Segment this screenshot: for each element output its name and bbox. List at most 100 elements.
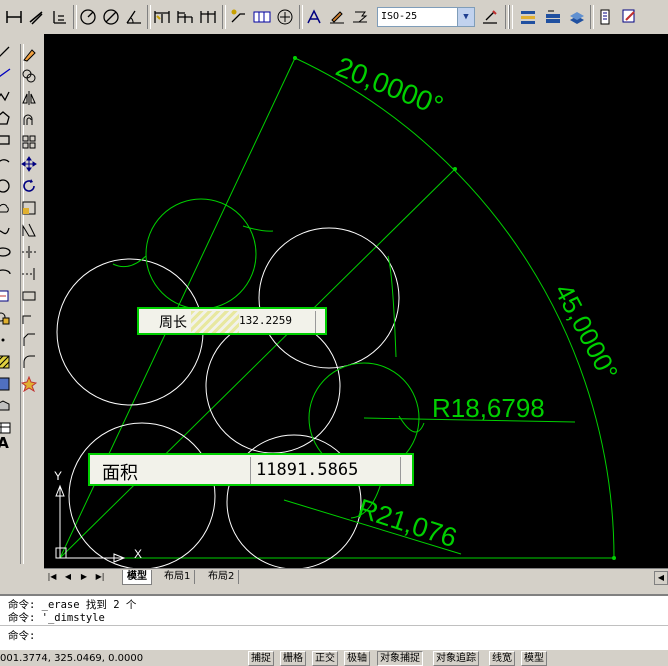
explode-icon[interactable] <box>20 375 38 393</box>
spline-icon[interactable] <box>0 221 12 239</box>
draw-modify-toolbars: A <box>0 34 44 568</box>
match-properties-icon[interactable] <box>619 7 639 27</box>
cloud-icon[interactable] <box>0 199 12 217</box>
snap-toggle[interactable]: 捕捉 <box>248 651 274 666</box>
rotate-icon[interactable] <box>20 177 38 195</box>
perimeter-box: 周长 132.2259 <box>137 307 327 335</box>
coordinate-readout: 001.3774, 325.0469, 0.0000 <box>0 653 144 664</box>
dim-diameter-icon[interactable] <box>101 7 121 27</box>
command-prompt[interactable]: 命令: <box>8 630 35 643</box>
layer-state-icon[interactable] <box>567 7 587 27</box>
hatch-pattern <box>191 311 239 333</box>
tab-layout2[interactable]: 布局2 <box>204 570 240 584</box>
prev-tab-button[interactable]: ◀ <box>62 571 74 583</box>
layout-tab-bar: |◀ ◀ ▶ ▶| 模型 布局1 布局2 ◀ <box>44 568 668 585</box>
stretch-icon[interactable] <box>20 221 38 239</box>
command-window[interactable]: 命令: _erase 找到 2 个 命令: '_dimstyle 命令: <box>0 594 668 650</box>
chamfer-icon[interactable] <box>20 331 38 349</box>
insert-block-icon[interactable] <box>0 287 12 305</box>
dim-aligned-icon[interactable] <box>27 7 47 27</box>
move-icon[interactable] <box>20 155 38 173</box>
dimstyle-value: ISO-25 <box>381 11 418 22</box>
erase-icon[interactable] <box>20 46 38 64</box>
perimeter-label: 周长 <box>159 315 187 331</box>
join-icon[interactable] <box>20 309 38 327</box>
rectangle-icon[interactable] <box>0 131 12 149</box>
dim-update-icon[interactable] <box>350 7 370 27</box>
arc-icon[interactable] <box>0 154 12 172</box>
dim-baseline-icon[interactable] <box>175 7 195 27</box>
tolerance-icon[interactable] <box>252 7 272 27</box>
otrack-toggle[interactable]: 对象追踪 <box>433 651 479 666</box>
area-box: 面积 11891.5865 <box>88 453 414 486</box>
ellipse-icon[interactable] <box>0 243 12 261</box>
perimeter-value: 132.2259 <box>239 314 292 327</box>
copy-icon[interactable] <box>20 67 38 85</box>
dimstyle-select[interactable]: ISO-25 ▼ <box>377 7 475 27</box>
ellipse-arc-icon[interactable] <box>0 265 12 283</box>
osnap-toggle[interactable]: 对象捕捉 <box>377 651 423 666</box>
dim-linear-icon[interactable] <box>4 7 24 27</box>
dim-angle-top: 20,0000° <box>332 51 448 122</box>
fillet-icon[interactable] <box>20 353 38 371</box>
circle-shape <box>145 198 257 310</box>
dim-continue-icon[interactable] <box>198 7 218 27</box>
scroll-left-icon[interactable]: ◀ <box>654 571 668 585</box>
center-mark-icon[interactable] <box>275 7 295 27</box>
model-toggle[interactable]: 模型 <box>521 651 547 666</box>
properties-icon[interactable] <box>596 7 616 27</box>
ortho-toggle[interactable]: 正交 <box>312 651 338 666</box>
polygon-icon[interactable] <box>0 109 12 127</box>
scale-icon[interactable] <box>20 199 38 217</box>
ucs-x-label: X <box>134 547 142 561</box>
dim-edit-icon[interactable] <box>304 7 324 27</box>
dim-text-edit-icon[interactable] <box>327 7 347 27</box>
break-icon[interactable] <box>20 287 38 305</box>
dim-radius-1: R18,6798 <box>432 393 545 423</box>
line-icon[interactable] <box>0 44 12 62</box>
chevron-down-icon[interactable]: ▼ <box>457 8 474 26</box>
dimension-toolbar: ISO-25 ▼ <box>0 0 668 35</box>
gradient-icon[interactable] <box>0 375 12 393</box>
first-tab-button[interactable]: |◀ <box>46 571 58 583</box>
circle-icon[interactable] <box>0 177 12 195</box>
mtext-icon[interactable]: A <box>0 434 12 452</box>
dim-radius-icon[interactable] <box>78 7 98 27</box>
construction-line-icon[interactable] <box>0 65 12 83</box>
offset-icon[interactable] <box>20 111 38 129</box>
area-value: 11891.5865 <box>256 460 359 480</box>
area-label: 面积 <box>102 463 138 484</box>
last-tab-button[interactable]: ▶| <box>94 571 106 583</box>
array-icon[interactable] <box>20 133 38 151</box>
quick-dim-icon[interactable] <box>152 7 172 27</box>
grid-toggle[interactable]: 栅格 <box>280 651 306 666</box>
leader-icon[interactable] <box>228 7 248 27</box>
hatch-icon[interactable] <box>0 353 12 371</box>
layer-prev-icon[interactable] <box>543 7 563 27</box>
dim-angular-icon[interactable] <box>124 7 144 27</box>
circle-shape <box>258 227 400 369</box>
extend-icon[interactable] <box>20 265 38 283</box>
lineweight-toggle[interactable]: 线宽 <box>489 651 515 666</box>
ucs-y-label: Y <box>54 469 62 483</box>
status-bar: 001.3774, 325.0469, 0.0000 捕捉 栅格 正交 极轴 对… <box>0 650 668 666</box>
command-history-line: 命令: _erase 找到 2 个 <box>8 599 137 611</box>
dim-ordinate-icon[interactable] <box>50 7 70 27</box>
dim-style-icon[interactable] <box>480 7 500 27</box>
tab-layout1[interactable]: 布局1 <box>160 570 196 584</box>
polar-toggle[interactable]: 极轴 <box>344 651 370 666</box>
command-history-line: 命令: '_dimstyle <box>8 612 105 624</box>
mirror-icon[interactable] <box>20 89 38 107</box>
point-icon[interactable] <box>0 331 12 349</box>
dim-angle-right: 45,0000° <box>549 279 624 385</box>
region-icon[interactable] <box>0 397 12 415</box>
circle-shape <box>205 318 341 454</box>
tab-model[interactable]: 模型 <box>122 570 152 585</box>
next-tab-button[interactable]: ▶ <box>78 571 90 583</box>
trim-icon[interactable] <box>20 243 38 261</box>
polyline-icon[interactable] <box>0 87 12 105</box>
make-block-icon[interactable] <box>0 309 12 327</box>
drawing-canvas[interactable]: 20,0000° 45,0000° R18,6798 R21,076 Y X 周… <box>44 34 668 568</box>
layer-icon[interactable] <box>518 7 538 27</box>
dim-radius-2: R21,076 <box>354 493 460 553</box>
